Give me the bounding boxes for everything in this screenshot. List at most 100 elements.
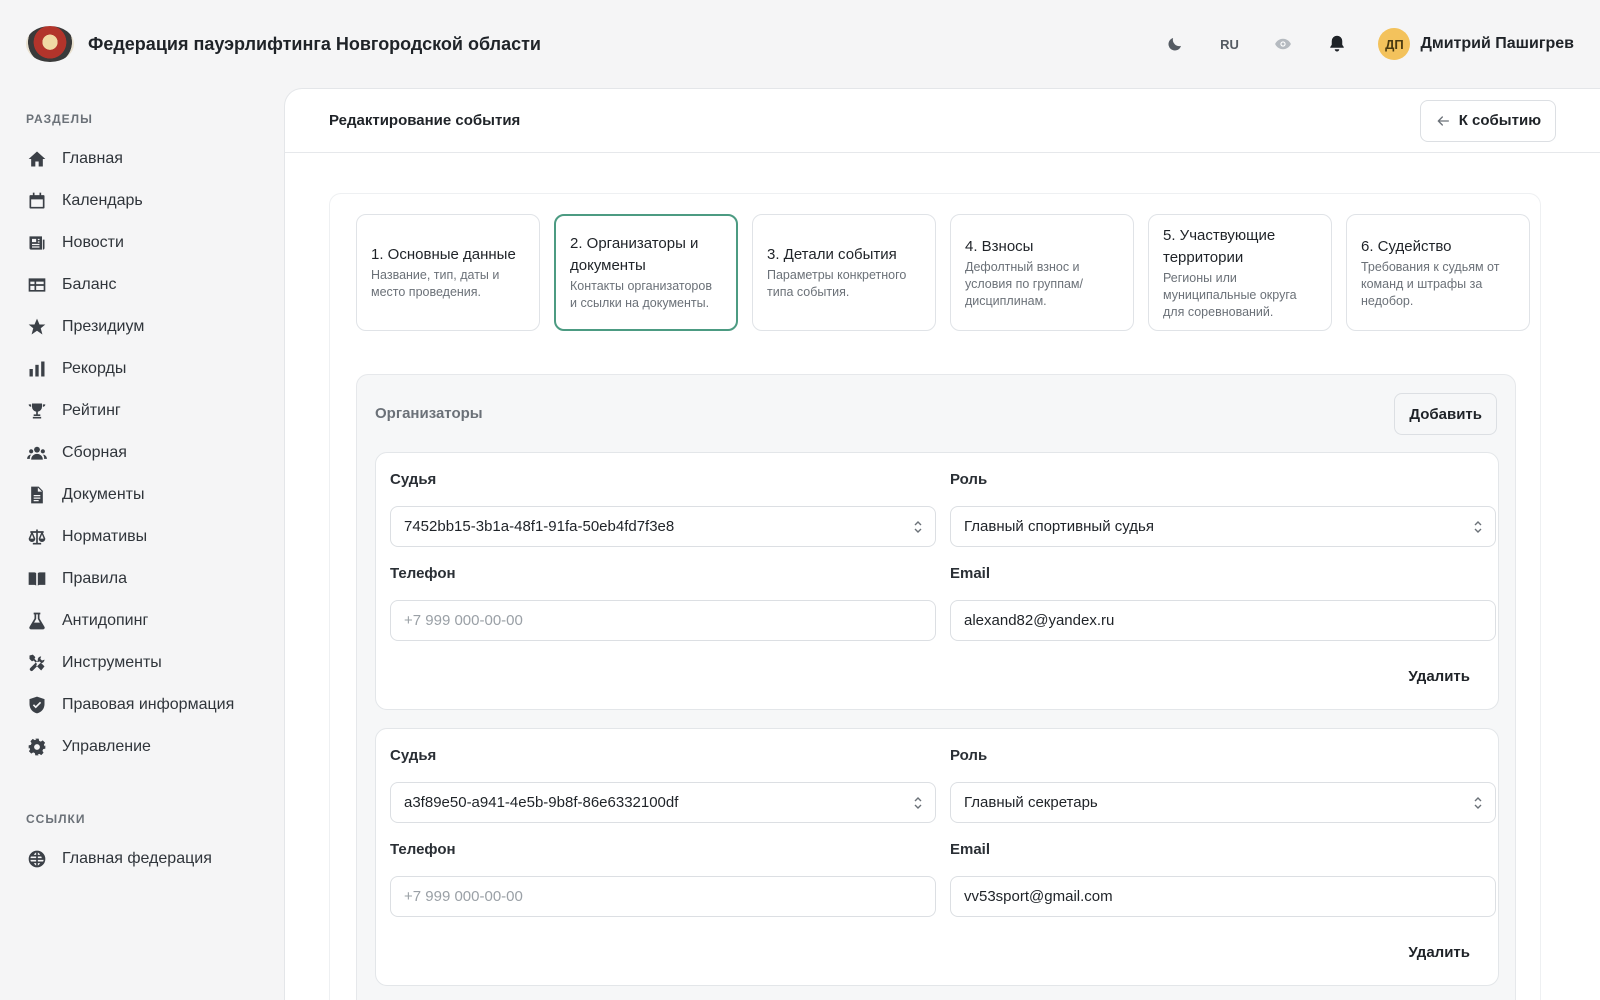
home-icon bbox=[26, 148, 48, 170]
sidebar-item-label: Президиум bbox=[62, 318, 145, 335]
sidebar-item-label: Рейтинг bbox=[62, 402, 121, 419]
step-description: Требования к судьям от команд и штрафы з… bbox=[1361, 259, 1500, 308]
tools-icon bbox=[26, 652, 48, 674]
sidebar-item-documents[interactable]: Документы bbox=[26, 474, 254, 516]
judge-field: Судья a3f89e50-a941-4e5b-9b8f-86e6332100… bbox=[390, 747, 936, 823]
step-description: Контакты организаторов и ссылки на докум… bbox=[570, 279, 712, 310]
step-title: 3. Детали события bbox=[767, 246, 897, 263]
newspaper-icon bbox=[26, 232, 48, 254]
email-field: Email vv53sport@gmail.com bbox=[950, 841, 1496, 917]
sidebar-item-label: Сборная bbox=[62, 444, 127, 461]
select-chevrons-icon bbox=[914, 521, 922, 533]
sidebar-item-news[interactable]: Новости bbox=[26, 222, 254, 264]
select-chevrons-icon bbox=[1474, 797, 1482, 809]
organizer-card: Судья 7452bb15-3b1a-48f1-91fa-50eb4fd7f3… bbox=[375, 452, 1499, 710]
language-switch[interactable]: RU bbox=[1202, 37, 1256, 52]
phone-label: Телефон bbox=[390, 565, 456, 582]
sidebar-item-label: Правила bbox=[62, 570, 127, 587]
users-icon bbox=[26, 442, 48, 464]
sidebar-item-home[interactable]: Главная bbox=[26, 138, 254, 180]
judge-select[interactable]: 7452bb15-3b1a-48f1-91fa-50eb4fd7f3e8 bbox=[390, 506, 936, 547]
app-title: Федерация пауэрлифтинга Новгородской обл… bbox=[88, 33, 541, 54]
phone-field: Телефон +7 999 000-00-00 bbox=[390, 565, 936, 641]
sidebar-item-label: Главная федерация bbox=[62, 850, 212, 867]
phone-input[interactable]: +7 999 000-00-00 bbox=[390, 600, 936, 641]
user-name: Дмитрий Пашигрев bbox=[1420, 35, 1574, 52]
select-chevrons-icon bbox=[1474, 521, 1482, 533]
sidebar-item-label: Инструменты bbox=[62, 654, 162, 671]
judge-label: Судья bbox=[390, 471, 437, 488]
sidebar-item-rules[interactable]: Правила bbox=[26, 558, 254, 600]
sidebar: РАЗДЕЛЫ Главная Календарь Новости Баланс… bbox=[0, 88, 280, 1000]
main-header: Редактирование события К событию bbox=[285, 89, 1600, 153]
role-select[interactable]: Главный секретарь bbox=[950, 782, 1496, 823]
sidebar-item-label: Управление bbox=[62, 738, 151, 755]
email-input[interactable]: vv53sport@gmail.com bbox=[950, 876, 1496, 917]
sidebar-item-label: Правовая информация bbox=[62, 696, 235, 713]
step-title: 2. Организаторы и документы bbox=[570, 235, 699, 274]
form-container: 1. Основные данные Название, тип, даты и… bbox=[329, 193, 1541, 1000]
step-5-territories[interactable]: 5. Участвующие территории Регионы или му… bbox=[1148, 214, 1332, 331]
add-organizer-button[interactable]: Добавить bbox=[1394, 393, 1497, 435]
role-select-value: Главный секретарь bbox=[964, 794, 1098, 811]
email-input[interactable]: alexand82@yandex.ru bbox=[950, 600, 1496, 641]
user-menu[interactable]: ДП Дмитрий Пашигрев bbox=[1378, 28, 1574, 60]
step-title: 1. Основные данные bbox=[371, 246, 516, 263]
sidebar-item-presidium[interactable]: Президиум bbox=[26, 306, 254, 348]
sidebar-item-records[interactable]: Рекорды bbox=[26, 348, 254, 390]
sidebar-item-label: Новости bbox=[62, 234, 124, 251]
sidebar-item-management[interactable]: Управление bbox=[26, 726, 254, 768]
role-field: Роль Главный спортивный судья bbox=[950, 471, 1496, 547]
judge-field: Судья 7452bb15-3b1a-48f1-91fa-50eb4fd7f3… bbox=[390, 471, 936, 547]
phone-field: Телефон +7 999 000-00-00 bbox=[390, 841, 936, 917]
gear-icon bbox=[26, 736, 48, 758]
sidebar-item-team[interactable]: Сборная bbox=[26, 432, 254, 474]
sidebar-item-label: Главная bbox=[62, 150, 123, 167]
sidebar-item-tools[interactable]: Инструменты bbox=[26, 642, 254, 684]
sidebar-link-main-federation[interactable]: Главная федерация bbox=[26, 838, 254, 880]
sidebar-item-label: Антидопинг bbox=[62, 612, 149, 629]
federation-logo[interactable] bbox=[26, 26, 74, 62]
sidebar-item-legal[interactable]: Правовая информация bbox=[26, 684, 254, 726]
document-icon bbox=[26, 484, 48, 506]
sidebar-item-standards[interactable]: Нормативы bbox=[26, 516, 254, 558]
step-3-event-details[interactable]: 3. Детали события Параметры конкретного … bbox=[752, 214, 936, 331]
step-description: Регионы или муниципальные округа для сор… bbox=[1163, 270, 1297, 319]
scales-icon bbox=[26, 526, 48, 548]
step-2-organizers-documents[interactable]: 2. Организаторы и документы Контакты орг… bbox=[554, 214, 738, 331]
delete-organizer-button[interactable]: Удалить bbox=[1408, 944, 1470, 961]
sidebar-item-rating[interactable]: Рейтинг bbox=[26, 390, 254, 432]
table-icon bbox=[26, 274, 48, 296]
role-select[interactable]: Главный спортивный судья bbox=[950, 506, 1496, 547]
step-1-basic-data[interactable]: 1. Основные данные Название, тип, даты и… bbox=[356, 214, 540, 331]
page-title: Редактирование события bbox=[329, 112, 521, 129]
phone-input[interactable]: +7 999 000-00-00 bbox=[390, 876, 936, 917]
back-to-event-label: К событию bbox=[1458, 112, 1541, 129]
sidebar-item-label: Календарь bbox=[62, 192, 143, 209]
step-title: 5. Участвующие территории bbox=[1163, 226, 1276, 266]
back-to-event-button[interactable]: К событию bbox=[1419, 99, 1556, 142]
theme-toggle-moon-icon[interactable] bbox=[1148, 35, 1202, 53]
delete-organizer-button[interactable]: Удалить bbox=[1408, 668, 1470, 685]
step-4-fees[interactable]: 4. Взносы Дефолтный взнос и условия по г… bbox=[950, 214, 1134, 331]
step-title: 4. Взносы bbox=[965, 237, 1034, 255]
sidebar-item-label: Документы bbox=[62, 486, 145, 503]
main-panel: Редактирование события К событию 1. Осно… bbox=[284, 88, 1600, 1000]
step-6-judging[interactable]: 6. Судейство Требования к судьям от кома… bbox=[1346, 214, 1530, 331]
judge-select-value: 7452bb15-3b1a-48f1-91fa-50eb4fd7f3e8 bbox=[404, 518, 675, 535]
sidebar-item-calendar[interactable]: Календарь bbox=[26, 180, 254, 222]
judge-select-value: a3f89e50-a941-4e5b-9b8f-86e6332100df bbox=[404, 794, 679, 811]
organizer-card: Судья a3f89e50-a941-4e5b-9b8f-86e6332100… bbox=[375, 728, 1499, 986]
sidebar-item-antidoping[interactable]: Антидопинг bbox=[26, 600, 254, 642]
notifications-bell-icon[interactable] bbox=[1310, 34, 1364, 54]
flask-icon bbox=[26, 610, 48, 632]
sidebar-item-balance[interactable]: Баланс bbox=[26, 264, 254, 306]
trophy-icon bbox=[26, 400, 48, 422]
judge-select[interactable]: a3f89e50-a941-4e5b-9b8f-86e6332100df bbox=[390, 782, 936, 823]
organizers-title: Организаторы bbox=[375, 405, 483, 422]
email-field: Email alexand82@yandex.ru bbox=[950, 565, 1496, 641]
phone-label: Телефон bbox=[390, 841, 456, 858]
step-description: Дефолтный взнос и условия по группам/дис… bbox=[965, 259, 1083, 308]
accessibility-eye-icon[interactable] bbox=[1256, 35, 1310, 53]
globe-icon bbox=[26, 848, 48, 870]
